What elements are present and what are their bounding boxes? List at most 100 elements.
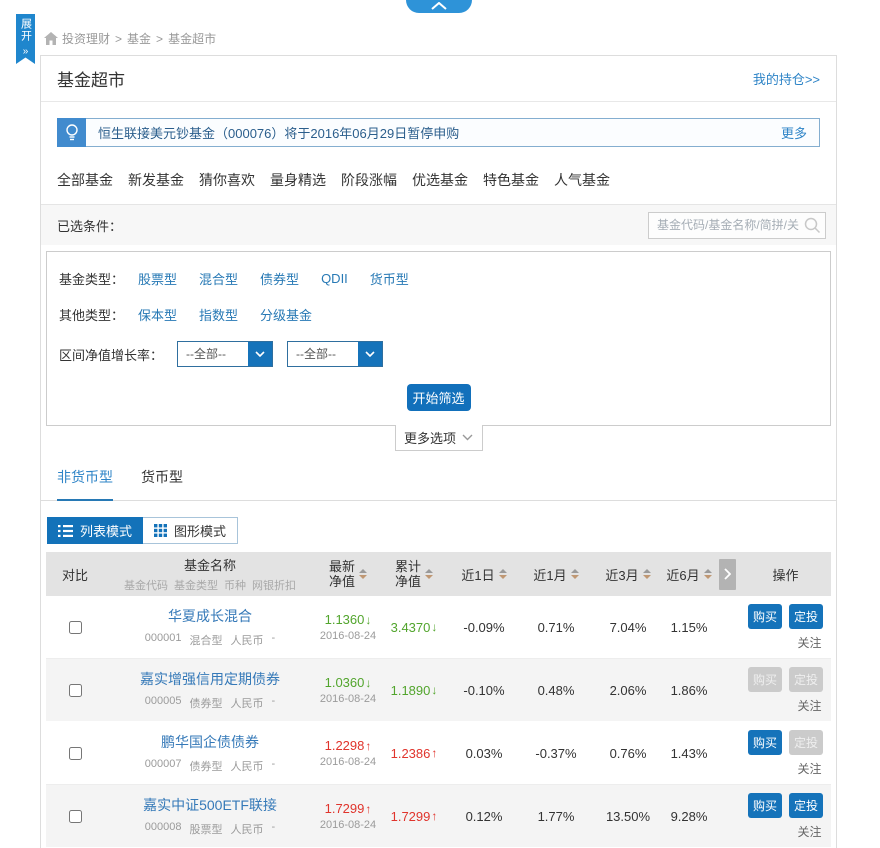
sort-icon[interactable] [643,569,651,579]
filter-structured-fund[interactable]: 分级基金 [260,305,312,324]
tab-tailored[interactable]: 量身精选 [270,170,326,190]
header-3month[interactable]: 近3月 [592,565,664,584]
other-type-label: 其他类型： [59,305,124,324]
growth-range-select-2[interactable]: --全部-- [287,341,383,367]
return-1month: 0.71% [520,620,592,635]
watch-link[interactable]: 关注 [797,823,821,840]
header-next-columns [714,559,740,590]
tab-guess-you-like[interactable]: 猜你喜欢 [199,170,255,190]
next-columns-button[interactable] [719,559,736,590]
fund-type: 债券型 [190,695,223,711]
tab-period-gain[interactable]: 阶段涨幅 [341,170,397,190]
search-input[interactable] [648,212,826,239]
buy-button[interactable]: 购买 [748,730,782,755]
fund-currency: 人民币 [231,632,264,648]
return-3month: 2.06% [592,683,664,698]
sort-icon[interactable] [571,569,579,579]
my-holdings-link[interactable]: 我的持仓>> [753,69,820,88]
fund-discount: - [272,695,276,711]
fund-name-link[interactable]: 嘉实增强信用定期债券 [140,669,280,689]
tab-new-funds[interactable]: 新发基金 [128,170,184,190]
aip-button[interactable]: 定投 [789,730,823,755]
header-1day[interactable]: 近1日 [448,565,520,584]
page-title: 基金超市 [57,66,125,91]
money-type-tabs: 非货币型 货币型 [41,466,836,501]
breadcrumb-item[interactable]: 投资理财 [62,30,110,47]
return-1day: -0.09% [448,620,520,635]
watch-link[interactable]: 关注 [797,697,821,714]
compare-checkbox[interactable] [69,747,82,760]
collapse-panel-button[interactable] [406,0,472,13]
view-mode-switch: 列表模式 图形模式 [47,517,836,544]
tab-featured[interactable]: 特色基金 [483,170,539,190]
tab-preferred[interactable]: 优选基金 [412,170,468,190]
fund-code: 000005 [145,695,182,711]
sort-icon[interactable] [704,569,712,579]
tab-money-funds[interactable]: 货币型 [141,467,183,501]
watch-link[interactable]: 关注 [797,760,821,777]
header-fund-name-label: 基金名称 [184,555,236,574]
chevron-down-icon[interactable] [248,342,272,366]
header-latest-nav[interactable]: 最新 净值 [316,559,380,589]
breadcrumb-item[interactable]: 基金 [127,30,151,47]
latest-nav-value: 1.0360↓ [325,675,372,690]
fund-meta: 000008 股票型 人民币 - [145,821,275,837]
search-icon[interactable] [804,217,821,234]
filter-index-type[interactable]: 指数型 [199,305,238,324]
bulb-icon [57,118,86,147]
buy-button[interactable]: 购买 [748,793,782,818]
start-filter-button[interactable]: 开始筛选 [407,384,471,411]
more-options-toggle[interactable]: 更多选项 [395,425,483,451]
header-6month[interactable]: 近6月 [664,565,714,584]
buy-button[interactable]: 购买 [748,667,782,692]
aip-button[interactable]: 定投 [789,793,823,818]
grid-mode-label: 图形模式 [174,521,226,540]
fund-table: 对比 基金名称 基金代码 基金类型 币种 网银折扣 最新 [46,552,831,848]
compare-checkbox[interactable] [69,810,82,823]
fund-name-link[interactable]: 华夏成长混合 [168,606,252,626]
home-icon[interactable] [44,32,58,45]
tab-popular[interactable]: 人气基金 [554,170,610,190]
sort-icon[interactable] [499,569,507,579]
filter-money-type[interactable]: 货币型 [370,269,409,288]
list-mode-button[interactable]: 列表模式 [47,517,143,544]
filter-bond-type[interactable]: 债券型 [260,269,299,288]
compare-checkbox[interactable] [69,684,82,697]
expand-ribbon[interactable]: 展开 » [16,14,35,64]
notice-bar: 恒生联接美元钞基金（000076）将于2016年06月29日暂停申购 更多 [57,118,820,147]
aip-button[interactable]: 定投 [789,604,823,629]
filter-stock-type[interactable]: 股票型 [138,269,177,288]
table-row: 嘉实增强信用定期债券 000005 债券型 人民币 - 1.0360↓ 2016… [46,659,831,722]
acc-nav-value: 1.2386↑ [391,746,438,761]
filter-qdii-type[interactable]: QDII [321,271,348,286]
growth-range-select-1[interactable]: --全部-- [177,341,273,367]
fund-meta: 000007 债券型 人民币 - [145,758,275,774]
table-header: 对比 基金名称 基金代码 基金类型 币种 网银折扣 最新 [46,552,831,596]
watch-link[interactable]: 关注 [797,634,821,651]
filter-capital-protected[interactable]: 保本型 [138,305,177,324]
nav-date: 2016-08-24 [320,693,376,705]
compare-checkbox[interactable] [69,621,82,634]
filter-hybrid-type[interactable]: 混合型 [199,269,238,288]
sort-icon[interactable] [425,569,433,579]
trend-arrow-icon: ↑ [431,746,437,760]
aip-button[interactable]: 定投 [789,667,823,692]
buy-button[interactable]: 购买 [748,604,782,629]
tab-non-money-funds[interactable]: 非货币型 [57,467,113,501]
tab-all-funds[interactable]: 全部基金 [57,170,113,190]
selected-conditions-row: 已选条件： [41,205,836,245]
fund-name-link[interactable]: 鹏华国企债债券 [161,732,259,752]
notice-text[interactable]: 恒生联接美元钞基金（000076）将于2016年06月29日暂停申购 [98,123,781,142]
chevron-down-icon[interactable] [358,342,382,366]
grid-mode-button[interactable]: 图形模式 [143,517,238,544]
category-tabs: 全部基金 新发基金 猜你喜欢 量身精选 阶段涨幅 优选基金 特色基金 人气基金 [41,155,836,205]
fund-name-link[interactable]: 嘉实中证500ETF联接 [143,795,277,815]
chevron-up-icon [431,2,447,10]
header-1month[interactable]: 近1月 [520,565,592,584]
filter-panel: 基金类型： 股票型 混合型 债券型 QDII 货币型 其他类型： 保本型 指数型… [46,251,831,426]
notice-more-link[interactable]: 更多 [781,123,807,142]
header-acc-nav[interactable]: 累计 净值 [380,559,448,589]
latest-nav-value: 1.1360↓ [325,612,372,627]
chevron-down-icon [462,434,473,441]
sort-icon[interactable] [359,569,367,579]
